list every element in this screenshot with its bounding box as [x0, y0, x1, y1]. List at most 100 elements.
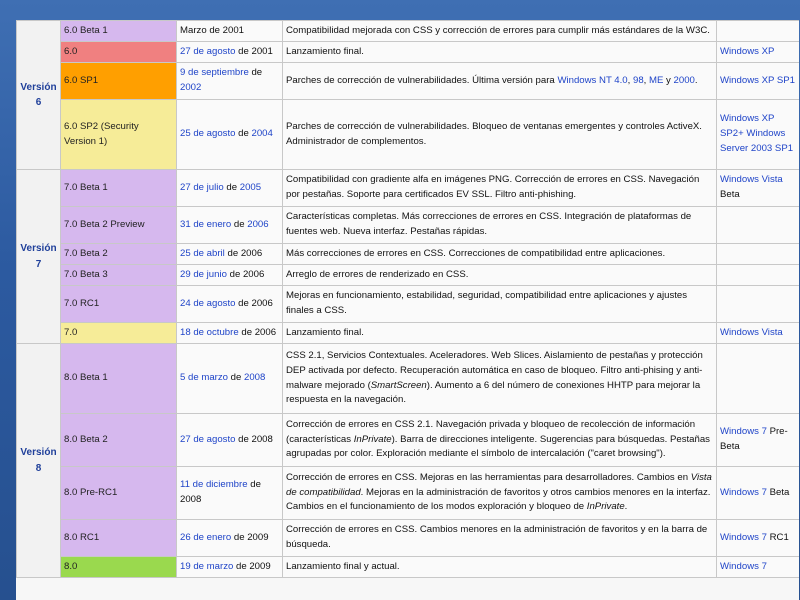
date-link[interactable]: 25 de agosto [180, 128, 235, 139]
os-link[interactable]: Windows Vista [720, 327, 783, 338]
version-cell: 6.0 SP2 (Security Version 1) [60, 99, 177, 170]
date-mid: de [248, 67, 263, 79]
date-link[interactable]: 5 de marzo [180, 372, 228, 383]
os-link[interactable]: Windows XP SP1 [720, 75, 795, 86]
date-cell: 31 de enero de 2006 [176, 206, 283, 244]
date-link[interactable]: 18 de octubre [180, 327, 239, 338]
os-link[interactable]: Windows 7 [720, 426, 767, 437]
date-link[interactable]: 25 de abril [180, 248, 225, 259]
year-link[interactable]: 2006 [247, 219, 268, 230]
date-link[interactable]: 24 de agosto [180, 298, 235, 309]
version-cell: 7.0 Beta 3 [60, 264, 177, 286]
version-cell: 7.0 Beta 2 Preview [60, 206, 177, 244]
desc-emphasis: SmartScreen [370, 379, 427, 391]
date-text: Marzo de 2001 [180, 24, 244, 36]
date-cell: 29 de junio de 2006 [176, 264, 283, 286]
version-cell: 8.0 Beta 2 [60, 413, 177, 467]
os-cell: Windows Vista [716, 322, 799, 344]
os-cell [716, 285, 799, 323]
os-link-98[interactable]: 98 [633, 75, 644, 86]
date-link[interactable]: 9 de septiembre [180, 67, 249, 78]
os-cell: Windows 7 Pre-Beta [716, 413, 799, 467]
date-mid: de [223, 181, 240, 193]
description-cell: Corrección de errores en CSS. Mejoras en… [282, 466, 717, 520]
date-suffix: de 2008 [235, 433, 273, 445]
os-link[interactable]: Windows 7 [720, 487, 767, 498]
description-cell: Lanzamiento final. [282, 322, 717, 344]
date-link[interactable]: 29 de junio [180, 269, 227, 280]
date-cell: 9 de septiembre de 2002 [176, 62, 283, 100]
table-row: 7.0 18 de octubre de 2006 Lanzamiento fi… [17, 322, 799, 344]
date-cell: 18 de octubre de 2006 [176, 322, 283, 344]
date-cell: 25 de abril de 2006 [176, 243, 283, 265]
year-link[interactable]: 2002 [180, 82, 201, 93]
year-link[interactable]: 2008 [244, 372, 265, 383]
os-cell [716, 243, 799, 265]
date-cell: 11 de diciembre de 2008 [176, 466, 283, 520]
os-cell: Windows XP [716, 41, 799, 63]
version-cell: 7.0 RC1 [60, 285, 177, 323]
date-cell: 25 de agosto de 2004 [176, 99, 283, 170]
os-link-nt4[interactable]: Windows NT 4.0 [557, 75, 627, 86]
date-link[interactable]: 11 de diciembre [180, 479, 248, 490]
version-cell: 7.0 [60, 322, 177, 344]
os-cell [716, 343, 799, 414]
os-cell: Windows 7 Beta [716, 466, 799, 520]
version-cell: 8.0 Pre-RC1 [60, 466, 177, 520]
os-link-2000[interactable]: 2000 [674, 75, 695, 86]
os-cell: Windows 7 [716, 556, 799, 578]
table-row: Versión 8 8.0 Beta 1 5 de marzo de 2008 … [16, 343, 799, 578]
version-cell: 7.0 Beta 2 [60, 243, 177, 265]
table-row: 7.0 RC1 24 de agosto de 2006 Mejoras en … [17, 285, 799, 323]
description-cell: Lanzamiento final. [282, 41, 717, 63]
os-suffix: Beta [766, 486, 790, 498]
os-link[interactable]: Windows 7 [720, 532, 767, 543]
date-mid: de [228, 372, 245, 384]
year-link[interactable]: 2005 [240, 182, 261, 193]
date-suffix: de 2006 [238, 326, 277, 338]
date-cell: 24 de agosto de 2006 [176, 285, 283, 323]
description-cell: Corrección de errores en CSS 2.1. Navega… [282, 413, 717, 467]
desc-text: Parches de corrección de vulnerabilidade… [286, 74, 558, 86]
os-suffix: Beta [720, 189, 740, 200]
os-link[interactable]: Windows Vista [720, 174, 783, 185]
date-suffix: de 2009 [231, 531, 269, 543]
date-suffix: de 2009 [233, 560, 271, 572]
date-link[interactable]: 27 de julio [180, 182, 224, 193]
date-link[interactable]: 31 de enero [180, 219, 231, 230]
desc-emphasis: InPrivate [353, 433, 392, 445]
group-label-v7: Versión 7 [16, 169, 61, 344]
version-cell: 6.0 [60, 41, 177, 63]
desc-emphasis: InPrivate [586, 501, 625, 513]
date-link[interactable]: 27 de agosto [180, 46, 235, 57]
os-link[interactable]: Windows XP SP2+ Windows Server 2003 SP1 [720, 113, 793, 154]
os-cell [716, 264, 799, 286]
year-link[interactable]: 2004 [252, 128, 273, 139]
os-link[interactable]: Windows 7 [720, 561, 767, 572]
table-row: 8.0 19 de marzo de 2009 Lanzamiento fina… [17, 556, 799, 578]
version-cell: 6.0 SP1 [60, 62, 177, 100]
os-link[interactable]: Windows XP [720, 46, 774, 57]
date-suffix: de 2006 [235, 297, 273, 309]
description-cell: Mejoras en funcionamiento, estabilidad, … [282, 285, 717, 323]
desc-sep: y [663, 74, 674, 86]
os-link-me[interactable]: ME [649, 75, 663, 86]
description-cell: Más correcciones de errores en CSS. Corr… [282, 243, 717, 265]
date-cell: 27 de agosto de 2001 [176, 41, 283, 63]
version-cell: 8.0 RC1 [60, 519, 177, 557]
date-link[interactable]: 26 de enero [180, 532, 231, 543]
table-row: 8.0 Pre-RC1 11 de diciembre de 2008 Corr… [17, 466, 799, 520]
date-link[interactable]: 19 de marzo [180, 561, 233, 572]
description-cell: Compatibilidad con gradiente alfa en imá… [282, 169, 717, 207]
date-suffix: de 2001 [235, 45, 273, 57]
table-row: 6.0 27 de agosto de 2001 Lanzamiento fin… [17, 41, 799, 63]
date-link[interactable]: 27 de agosto [180, 434, 235, 445]
date-mid: de [235, 128, 252, 140]
group-label-v6: Versión 6 [16, 20, 61, 170]
date-suffix: de 2006 [224, 247, 263, 259]
table-row: 6.0 SP2 (Security Version 1) 25 de agost… [17, 99, 799, 170]
table-row: 7.0 Beta 2 25 de abril de 2006 Más corre… [17, 243, 799, 265]
description-cell: Arreglo de errores de renderizado en CSS… [282, 264, 717, 286]
date-mid: de [231, 218, 248, 230]
description-cell: Lanzamiento final y actual. [282, 556, 717, 578]
